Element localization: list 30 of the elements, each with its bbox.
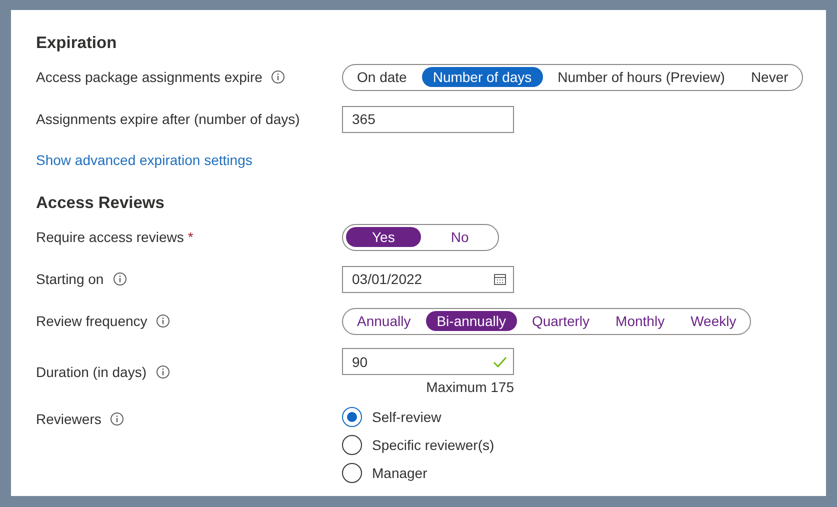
option-pill[interactable]: Quarterly xyxy=(520,311,601,331)
option-pill[interactable]: Annually xyxy=(346,311,422,331)
calendar-icon[interactable] xyxy=(493,272,507,286)
radio-option[interactable]: Manager xyxy=(342,463,428,483)
option-pill[interactable]: Number of days xyxy=(422,67,543,87)
number-field[interactable]: 365 xyxy=(342,106,514,132)
field-label: Require access reviews xyxy=(36,229,184,245)
option-pill[interactable]: Bi-annually xyxy=(426,311,517,331)
option-pill[interactable]: Weekly xyxy=(680,311,748,331)
number-field[interactable]: 90 xyxy=(342,348,514,375)
required-mark: * xyxy=(188,229,194,245)
radio-option[interactable]: Specific reviewer(s) xyxy=(342,435,494,455)
section-heading: Expiration xyxy=(36,33,118,54)
radio-option[interactable]: Self-review xyxy=(342,407,442,427)
date-field[interactable]: 03/01/2022 xyxy=(342,266,514,292)
option-pill[interactable]: Monthly xyxy=(604,311,676,331)
field-label: Reviewers xyxy=(36,411,102,427)
field-label: Assignments expire after (number of days) xyxy=(36,111,300,127)
option-pill[interactable]: Number of hours (Preview) xyxy=(546,67,736,87)
option-pill[interactable]: No xyxy=(424,227,495,247)
field-label: Starting on xyxy=(36,271,104,287)
option-pill[interactable]: Yes xyxy=(346,227,421,247)
field-label: Review frequency xyxy=(36,313,148,329)
field-hint: Maximum 175 xyxy=(425,379,514,395)
field-label: Access package assignments expire xyxy=(36,69,262,85)
option-pill[interactable]: On date xyxy=(346,67,418,87)
option-pill[interactable]: Never xyxy=(740,67,800,87)
field-label: Duration (in days) xyxy=(36,364,146,380)
section-heading: Access Reviews xyxy=(36,193,166,214)
advanced-settings-link[interactable]: Show advanced expiration settings xyxy=(36,146,252,174)
